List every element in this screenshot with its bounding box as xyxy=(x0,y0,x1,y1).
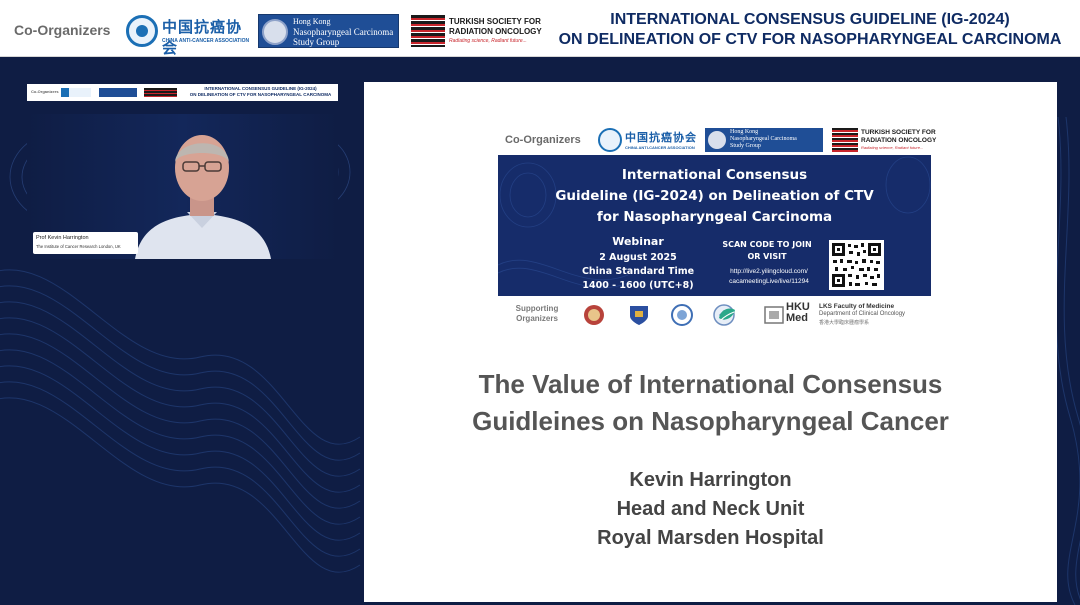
speaker-name: Kevin Harrington xyxy=(629,469,792,491)
poster-scan-text: SCAN CODE TO JOIN OR VISIT xyxy=(712,239,822,263)
speaker-silhouette xyxy=(135,135,271,259)
poster-scan-line2: OR VISIT xyxy=(747,252,787,261)
mini-banner: Co-Organizers INTERNATIONAL CONSENSUS GU… xyxy=(27,84,338,101)
lks-department-text: Department of Clinical Oncology xyxy=(819,311,906,317)
slide-hk-seal-icon xyxy=(708,131,726,149)
presentation-slide: Co-Organizers 中国抗癌协会 CHINA ANTI-CANCER A… xyxy=(364,82,1057,602)
supporting-label-line2: Organizers xyxy=(516,314,558,323)
slide-hk-line1: Hong Kong xyxy=(730,129,759,135)
qr-code-icon xyxy=(829,240,884,290)
slide-turkish-line1: TURKISH SOCIETY FOR xyxy=(861,129,936,136)
speaker-unit: Head and Neck Unit xyxy=(616,498,805,520)
lks-chinese-text: 香港大學臨床腫瘤學系 xyxy=(819,320,870,326)
slide-hk-line3: Study Group xyxy=(730,143,761,149)
turkish-line1: TURKISH SOCIETY FOR xyxy=(449,17,541,26)
slide-co-label: Co-Organizers xyxy=(505,134,581,146)
poster-url: http://live2.yilingcloud.com/ cacameetin… xyxy=(712,267,826,287)
poster-date: 2 August 2025 xyxy=(599,252,677,263)
slide-hk-logo: Hong Kong Nasopharyngeal Carcinoma Study… xyxy=(705,128,823,152)
slide-caca-en: CHINA ANTI-CANCER ASSOCIATION xyxy=(625,145,695,150)
speaker-tag-name: Prof Kevin Harrington xyxy=(36,235,89,241)
poster-title-line2: Guideline (IG-2024) on Delineation of CT… xyxy=(555,188,874,204)
speaker-tag-affiliation: The Institute of Cancer Research London,… xyxy=(36,244,121,249)
webinar-poster: International Consensus Guideline (IG-20… xyxy=(498,155,931,296)
talk-title-line2: Guidleines on Nasopharyngeal Cancer xyxy=(472,406,949,436)
supporter-shield-icon xyxy=(630,306,648,325)
slide-turkish-line2: RADIATION ONCOLOGY xyxy=(861,137,937,144)
talk-title: The Value of International Consensus Gui… xyxy=(364,366,1057,440)
slide-co-organizers: Co-Organizers 中国抗癌协会 CHINA ANTI-CANCER A… xyxy=(364,126,1057,154)
poster-event-type: Webinar xyxy=(612,235,664,248)
top-banner: Co-Organizers 中国抗癌协会 CHINA ANTI-CANCER A… xyxy=(0,0,1080,57)
poster-title-line1: International Consensus xyxy=(621,167,808,183)
slide-caca-seal-icon xyxy=(598,128,622,152)
hk-npc-seal-icon xyxy=(262,19,288,45)
slide-hk-line2: Nasopharyngeal Carcinoma xyxy=(730,136,797,142)
hk-npc-line2: Nasopharyngeal Carcinoma xyxy=(293,27,394,37)
turkish-tagline: Radiating science, Radiant future... xyxy=(449,38,527,44)
supporting-organizers: Supporting Organizers HKU Med LKS Facult… xyxy=(364,300,1057,330)
talk-title-line1: The Value of International Consensus xyxy=(478,369,943,399)
hk-npc-line3: Study Group xyxy=(293,37,340,47)
speaker-name-tag: Prof Kevin Harrington The Institute of C… xyxy=(33,232,138,254)
mini-title-line2: ON DELINEATION OF CTV FOR NASOPHARYNGEAL… xyxy=(189,92,332,97)
slide-turkish-tagline: Radiating science, Radiant future... xyxy=(861,145,924,150)
hku-line2: Med xyxy=(786,312,808,324)
turkish-line2: RADIATION ONCOLOGY xyxy=(449,27,542,36)
poster-timezone: China Standard Time xyxy=(581,266,695,277)
caca-en-text: CHINA ANTI-CANCER ASSOCIATION xyxy=(162,38,250,44)
speaker-hospital: Royal Marsden Hospital xyxy=(597,527,824,549)
mini-hk-logo-icon xyxy=(99,88,137,97)
lks-faculty-text: LKS Faculty of Medicine xyxy=(819,303,895,310)
slide-caca-cn: 中国抗癌协会 xyxy=(625,131,697,144)
supporter-leaf-icon xyxy=(719,308,735,321)
turkish-flag-icon xyxy=(411,15,445,47)
mini-caca-logo-icon xyxy=(61,88,91,97)
speaker-info: Kevin Harrington Head and Neck Unit Roya… xyxy=(364,466,1057,553)
mini-co-label: Co-Organizers xyxy=(31,89,59,94)
qr-code-pattern xyxy=(832,243,881,287)
caca-seal-icon xyxy=(126,15,158,47)
poster-title: International Consensus Guideline (IG-20… xyxy=(498,165,931,228)
poster-url-line2: cacameetingLive/live/11294 xyxy=(729,278,809,285)
caca-cn-text: 中国抗癌协会 xyxy=(162,18,243,57)
supporter-badge-icon xyxy=(584,305,604,325)
supporter-round-badge-icon xyxy=(671,304,693,326)
supporter-crest-icon xyxy=(764,306,784,324)
mini-turkish-logo-icon xyxy=(144,88,177,97)
banner-title: INTERNATIONAL CONSENSUS GUIDELINE (IG-20… xyxy=(540,10,1080,50)
co-organizers-label: Co-Organizers xyxy=(14,22,111,38)
slide-turkish-logo: TURKISH SOCIETY FOR RADIATION ONCOLOGY R… xyxy=(832,128,936,152)
poster-url-line1: http://live2.yilingcloud.com/ xyxy=(730,268,808,275)
poster-time: 1400 - 1600 (UTC+8) xyxy=(582,280,694,291)
supporting-label: Supporting Organizers xyxy=(507,304,567,324)
hk-npc-logo: Hong Kong Nasopharyngeal Carcinoma Study… xyxy=(258,14,399,48)
hku-med-logo: HKU Med xyxy=(786,302,810,324)
poster-title-line3: for Nasopharyngeal Carcinoma xyxy=(596,209,833,225)
hk-npc-line1: Hong Kong xyxy=(293,17,331,26)
supporting-label-line1: Supporting xyxy=(515,304,559,313)
banner-title-line2: ON DELINEATION OF CTV FOR NASOPHARYNGEAL… xyxy=(558,31,1062,48)
mini-banner-title: INTERNATIONAL CONSENSUS GUIDELINE (IG-20… xyxy=(183,86,338,98)
turkish-society-logo: TURKISH SOCIETY FOR RADIATION ONCOLOGY R… xyxy=(411,14,542,48)
banner-title-line1: INTERNATIONAL CONSENSUS GUIDELINE (IG-20… xyxy=(610,11,1010,28)
caca-logo: 中国抗癌协会 CHINA ANTI-CANCER ASSOCIATION xyxy=(126,14,250,57)
poster-scan-line1: SCAN CODE TO JOIN xyxy=(722,240,812,249)
slide-caca-logo: 中国抗癌协会 CHINA ANTI-CANCER ASSOCIATION xyxy=(598,128,698,152)
slide-turkish-flag-icon xyxy=(832,128,858,152)
